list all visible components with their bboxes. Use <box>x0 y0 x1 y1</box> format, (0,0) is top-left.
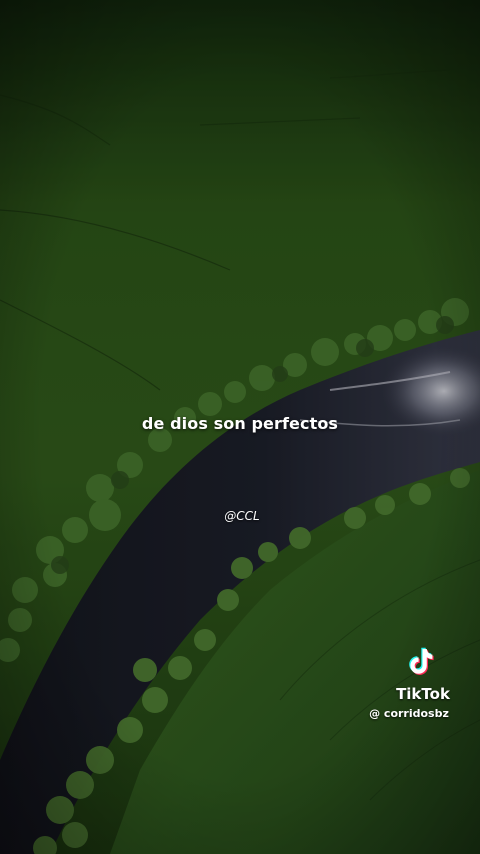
tiktok-brand-label: TikTok <box>396 685 450 703</box>
video-caption: de dios son perfectos <box>141 414 339 433</box>
watermark-username: @ corridosbz <box>369 707 449 720</box>
tiktok-logo-icon <box>409 647 434 675</box>
video-frame[interactable]: de dios son perfectos @CCL TikTok @ corr… <box>0 0 480 854</box>
creator-tag: @CCL <box>224 509 260 523</box>
tiktok-watermark: TikTok @ corridosbz <box>364 644 474 720</box>
